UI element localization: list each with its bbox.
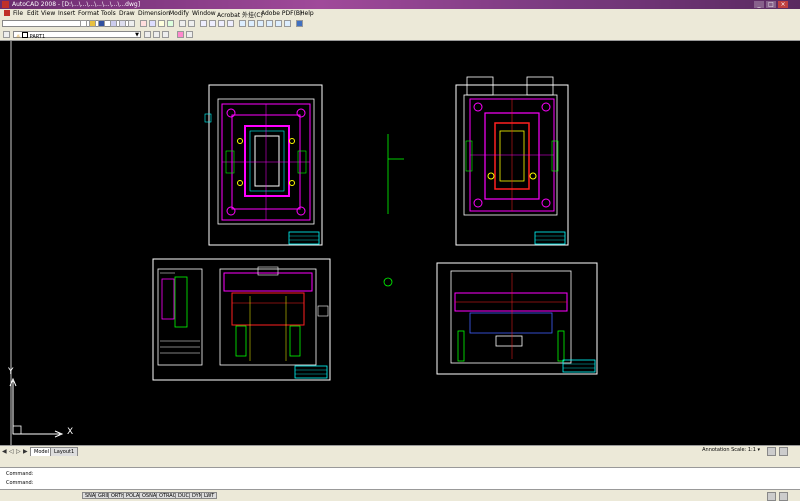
window-title: AutoCAD 2008 - [D:\...\...\...\...\...\.…: [12, 1, 141, 8]
open-folder-icon[interactable]: [89, 20, 96, 27]
save-icon[interactable]: [98, 20, 105, 27]
tool-palettes-icon[interactable]: [257, 20, 264, 27]
zoom-realtime-icon[interactable]: [209, 20, 216, 27]
last-tab-arrow-icon[interactable]: ▶: [23, 448, 28, 455]
help-icon[interactable]: [296, 20, 303, 27]
autocad-app-icon[interactable]: [2, 1, 9, 8]
maximize-button[interactable]: □: [766, 1, 776, 8]
ucs-icon: [9, 377, 64, 438]
annotation-scale[interactable]: Annotation Scale: 1:1 ▾: [702, 447, 760, 453]
menu-adobe-pdf[interactable]: Adobe PDF(B): [261, 10, 302, 17]
first-tab-arrow-icon[interactable]: ◀: [2, 448, 7, 455]
menu-draw[interactable]: Draw: [119, 10, 135, 17]
menu-help[interactable]: Help: [300, 10, 314, 17]
menu-insert[interactable]: Insert: [58, 10, 75, 17]
cut-icon[interactable]: [140, 20, 147, 27]
prev-tab-arrow-icon[interactable]: ◁: [9, 448, 14, 455]
annotation-visibility-icon[interactable]: [767, 447, 776, 456]
sheet-bottom-left-section[interactable]: [152, 258, 331, 381]
menu-tools[interactable]: Tools: [101, 10, 116, 17]
quickcalc-icon[interactable]: [284, 20, 291, 27]
sheet-top-left-plan[interactable]: [204, 84, 323, 246]
linetype-control-icon[interactable]: [186, 31, 193, 38]
sheet-top-right-plan[interactable]: [455, 76, 569, 246]
color-control-icon[interactable]: [177, 31, 184, 38]
layers-toolbar: ☼ PART1 ▼: [0, 29, 800, 41]
make-object-layer-current-icon[interactable]: [144, 31, 151, 38]
menu-modify[interactable]: Modify: [169, 10, 189, 17]
layer-dropdown[interactable]: ☼ PART1 ▼: [13, 31, 141, 40]
copy-icon[interactable]: [149, 20, 156, 27]
status-bar: SNAP GRID ORTHO POLAR OSNAP OTRACK DUCS …: [0, 489, 800, 501]
command-separator: [0, 456, 800, 467]
menu-format[interactable]: Format: [78, 10, 99, 17]
layer-properties-icon[interactable]: [3, 31, 10, 38]
next-tab-arrow-icon[interactable]: ▷: [16, 448, 21, 455]
auto-scale-icon[interactable]: [779, 447, 788, 456]
design-center-icon[interactable]: [248, 20, 255, 27]
menu-file[interactable]: File: [13, 10, 23, 17]
menu-view[interactable]: View: [41, 10, 55, 17]
document-icon[interactable]: [4, 10, 10, 16]
undo-icon[interactable]: [179, 20, 186, 27]
redo-icon[interactable]: [188, 20, 195, 27]
properties-icon[interactable]: [239, 20, 246, 27]
pan-icon[interactable]: [200, 20, 207, 27]
drawing-svg[interactable]: [0, 41, 800, 445]
chevron-down-icon: ▼: [135, 32, 139, 38]
drawing-canvas[interactable]: Y X: [0, 41, 800, 445]
menu-window[interactable]: Window: [192, 10, 216, 17]
sun-icon: ☼: [16, 34, 21, 40]
ucs-x-label: X: [67, 427, 74, 437]
current-layer-value: PART1: [29, 34, 46, 40]
markup-icon[interactable]: [275, 20, 282, 27]
publish-icon[interactable]: [128, 20, 135, 27]
new-file-icon[interactable]: [80, 20, 87, 27]
match-properties-icon[interactable]: [167, 20, 174, 27]
sheet-set-icon[interactable]: [266, 20, 273, 27]
layer-previous-icon[interactable]: [153, 31, 160, 38]
menu-edit[interactable]: Edit: [27, 10, 39, 17]
lwt-toggle[interactable]: LWT: [201, 492, 218, 499]
menu-dimension[interactable]: Dimension: [138, 10, 170, 17]
paste-icon[interactable]: [158, 20, 165, 27]
preview-icon[interactable]: [119, 20, 126, 27]
layer-states-icon[interactable]: [162, 31, 169, 38]
command-window[interactable]: Command: Command:: [0, 467, 800, 490]
close-button[interactable]: ×: [778, 1, 788, 8]
color-swatch-icon: [22, 32, 29, 38]
zoom-window-icon[interactable]: [218, 20, 225, 27]
minimize-button[interactable]: _: [754, 1, 764, 8]
circle-marker: [383, 277, 393, 287]
plot-icon[interactable]: [110, 20, 117, 27]
command-history-line: Command:: [6, 471, 34, 477]
ucs-y-label: Y: [8, 367, 14, 377]
command-prompt-line[interactable]: Command:: [6, 480, 33, 486]
zoom-previous-icon[interactable]: [227, 20, 234, 27]
title-bar: AutoCAD 2008 - [D:\...\...\...\...\...\.…: [0, 0, 800, 9]
sheet-bottom-right-section[interactable]: [436, 262, 598, 375]
